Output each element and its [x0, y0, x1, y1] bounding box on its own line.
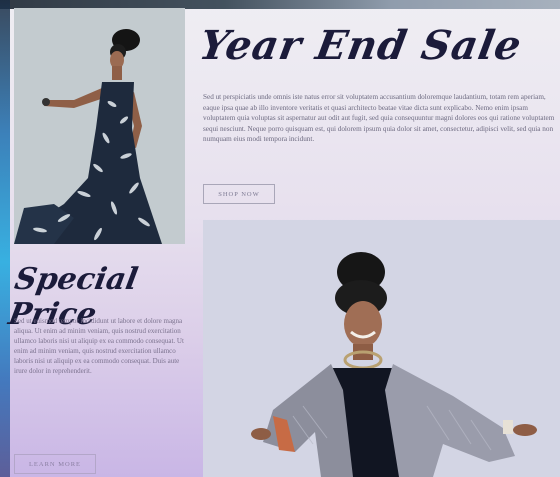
sale-page: Year End Sale Sed ut perspiciatis unde o…	[0, 0, 560, 477]
sale-description: Sed ut perspiciatis unde omnis iste natu…	[203, 93, 555, 144]
special-price-description: Sed ut euismod tempor incididunt ut labo…	[14, 317, 184, 375]
shop-now-button[interactable]: SHOP NOW	[203, 184, 275, 204]
sale-heading: Year End Sale	[195, 22, 526, 69]
left-edge-strip	[0, 0, 10, 477]
model-gown-photo	[14, 8, 185, 244]
model-cardigan-photo	[203, 220, 560, 477]
learn-more-button[interactable]: LEARN MORE	[14, 454, 96, 474]
